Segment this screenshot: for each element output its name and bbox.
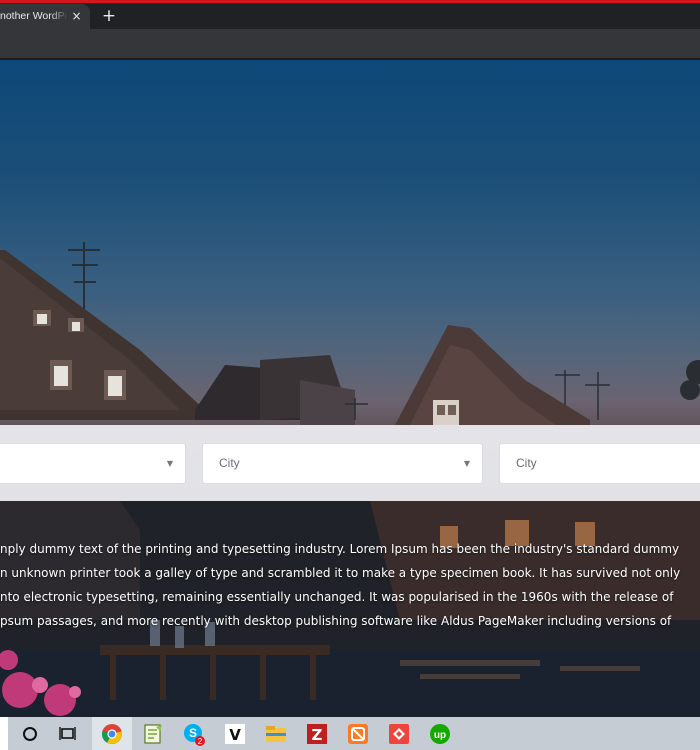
anydesk-icon[interactable]: [385, 720, 413, 747]
vectr-letter: V: [229, 726, 241, 744]
tab-close-icon[interactable]: ×: [70, 10, 83, 23]
filezilla-icon[interactable]: Z: [303, 720, 331, 747]
skype-icon[interactable]: S 2: [180, 720, 208, 747]
notepad-plus-plus-icon[interactable]: [139, 720, 167, 747]
location-select-1[interactable]: ▼: [0, 443, 186, 484]
hero-description: nply dummy text of the printing and type…: [0, 537, 700, 633]
chevron-down-icon: ▼: [166, 459, 173, 468]
description-line: nto electronic typesetting, remaining es…: [0, 590, 674, 604]
city-select-1[interactable]: City ▼: [202, 443, 483, 484]
hero-section: ▼ City ▼ City nply dummy text of the pri…: [0, 60, 700, 717]
description-line: nply dummy text of the printing and type…: [0, 542, 680, 556]
chevron-down-icon: ▼: [463, 459, 470, 468]
cortana-circle-icon[interactable]: [16, 720, 44, 747]
browser-toolbar: [0, 29, 700, 58]
svg-text:S: S: [189, 726, 197, 740]
select-2-value: City: [219, 456, 240, 470]
search-filter-bar: ▼ City ▼ City: [0, 425, 700, 501]
file-explorer-icon[interactable]: [262, 720, 290, 747]
upwork-letters: up: [434, 730, 446, 741]
task-view-icon[interactable]: [54, 720, 82, 747]
skype-badge-count: 2: [198, 737, 203, 746]
select-3-value: City: [516, 456, 537, 470]
description-line: psum passages, and more recently with de…: [0, 614, 672, 628]
browser-tabstrip: nother WordPr × +: [0, 3, 700, 29]
vectr-icon[interactable]: V: [221, 720, 249, 747]
tab-title-fade: [50, 4, 68, 29]
description-line: n unknown printer took a galley of type …: [0, 566, 681, 580]
xampp-icon[interactable]: [344, 720, 372, 747]
screen: nother WordPr × + ▼ City ▼ City nply dum…: [0, 0, 700, 750]
chrome-icon[interactable]: [98, 720, 126, 747]
browser-tab-active[interactable]: nother WordPr ×: [0, 4, 90, 29]
windows-taskbar: S 2 V Z up: [0, 717, 700, 750]
new-tab-icon[interactable]: +: [100, 7, 118, 25]
upwork-icon[interactable]: up: [426, 720, 454, 747]
city-select-2[interactable]: City: [499, 443, 700, 484]
taskbar-search-box-edge[interactable]: [0, 717, 8, 750]
filezilla-letter: Z: [312, 726, 323, 744]
